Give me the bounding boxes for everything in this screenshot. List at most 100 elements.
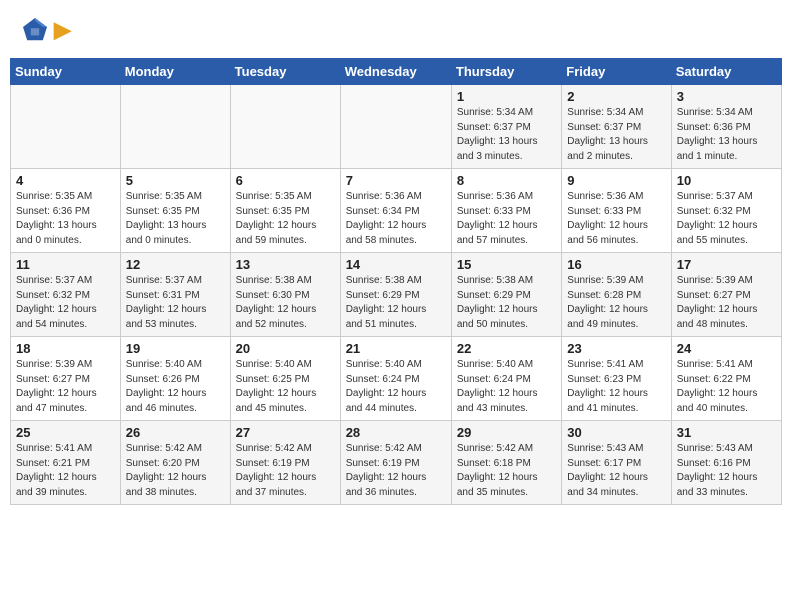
calendar-cell: 9 Sunrise: 5:36 AM Sunset: 6:33 PM Daylig…	[562, 169, 671, 253]
day-info: Sunrise: 5:42 AM Sunset: 6:20 PM Dayligh…	[126, 442, 225, 500]
day-number: 30	[567, 425, 665, 440]
calendar-cell: 26 Sunrise: 5:42 AM Sunset: 6:20 PM Dayli…	[120, 421, 230, 505]
day-info: Sunrise: 5:42 AM Sunset: 6:19 PM Dayligh…	[236, 442, 335, 500]
day-info: Sunrise: 5:42 AM Sunset: 6:18 PM Dayligh…	[457, 442, 556, 500]
day-number: 19	[126, 341, 225, 356]
day-number: 23	[567, 341, 665, 356]
day-info: Sunrise: 5:35 AM Sunset: 6:35 PM Dayligh…	[236, 190, 335, 248]
day-info: Sunrise: 5:34 AM Sunset: 6:37 PM Dayligh…	[457, 106, 556, 164]
calendar-week-5: 25 Sunrise: 5:41 AM Sunset: 6:21 PM Dayli…	[11, 421, 782, 505]
calendar-cell: 28 Sunrise: 5:42 AM Sunset: 6:19 PM Dayli…	[340, 421, 451, 505]
day-number: 31	[677, 425, 776, 440]
calendar-table: SundayMondayTuesdayWednesdayThursdayFrid…	[10, 58, 782, 505]
calendar-cell: 10Sunrise: 5:37 AM Sunset: 6:32 PM Dayli…	[671, 169, 781, 253]
calendar-cell: 25 Sunrise: 5:41 AM Sunset: 6:21 PM Dayli…	[11, 421, 121, 505]
day-info: Sunrise: 5:36 AM Sunset: 6:33 PM Dayligh…	[457, 190, 556, 248]
calendar-cell: 22 Sunrise: 5:40 AM Sunset: 6:24 PM Dayli…	[451, 337, 561, 421]
calendar-cell: 31 Sunrise: 5:43 AM Sunset: 6:16 PM Dayli…	[671, 421, 781, 505]
calendar-week-4: 18 Sunrise: 5:39 AM Sunset: 6:27 PM Dayli…	[11, 337, 782, 421]
day-number: 18	[16, 341, 115, 356]
calendar-cell: 23 Sunrise: 5:41 AM Sunset: 6:23 PM Dayli…	[562, 337, 671, 421]
calendar-cell	[120, 85, 230, 169]
calendar-cell: 4Sunrise: 5:35 AM Sunset: 6:36 PM Daylig…	[11, 169, 121, 253]
calendar-cell: 14 Sunrise: 5:38 AM Sunset: 6:29 PM Dayli…	[340, 253, 451, 337]
weekday-header-tuesday: Tuesday	[230, 59, 340, 85]
calendar-cell: 16Sunrise: 5:39 AM Sunset: 6:28 PM Dayli…	[562, 253, 671, 337]
day-number: 25	[16, 425, 115, 440]
calendar-cell: 7 Sunrise: 5:36 AM Sunset: 6:34 PM Daylig…	[340, 169, 451, 253]
calendar-cell	[230, 85, 340, 169]
calendar-cell: 27 Sunrise: 5:42 AM Sunset: 6:19 PM Dayli…	[230, 421, 340, 505]
day-number: 28	[346, 425, 446, 440]
day-info: Sunrise: 5:40 AM Sunset: 6:24 PM Dayligh…	[457, 358, 556, 416]
calendar-cell: 3 Sunrise: 5:34 AM Sunset: 6:36 PM Daylig…	[671, 85, 781, 169]
day-info: Sunrise: 5:38 AM Sunset: 6:29 PM Dayligh…	[457, 274, 556, 332]
calendar-week-2: 4Sunrise: 5:35 AM Sunset: 6:36 PM Daylig…	[11, 169, 782, 253]
weekday-header-sunday: Sunday	[11, 59, 121, 85]
day-number: 21	[346, 341, 446, 356]
calendar-cell: 5 Sunrise: 5:35 AM Sunset: 6:35 PM Daylig…	[120, 169, 230, 253]
day-info: Sunrise: 5:36 AM Sunset: 6:34 PM Dayligh…	[346, 190, 446, 248]
calendar-cell: 15 Sunrise: 5:38 AM Sunset: 6:29 PM Dayli…	[451, 253, 561, 337]
day-info: Sunrise: 5:43 AM Sunset: 6:17 PM Dayligh…	[567, 442, 665, 500]
calendar-cell: 29 Sunrise: 5:42 AM Sunset: 6:18 PM Dayli…	[451, 421, 561, 505]
day-number: 1	[457, 89, 556, 104]
calendar-cell: 20Sunrise: 5:40 AM Sunset: 6:25 PM Dayli…	[230, 337, 340, 421]
calendar-week-3: 11 Sunrise: 5:37 AM Sunset: 6:32 PM Dayli…	[11, 253, 782, 337]
calendar-header: SundayMondayTuesdayWednesdayThursdayFrid…	[11, 59, 782, 85]
calendar-cell: 24 Sunrise: 5:41 AM Sunset: 6:22 PM Dayli…	[671, 337, 781, 421]
day-number: 11	[16, 257, 115, 272]
weekday-header-thursday: Thursday	[451, 59, 561, 85]
day-info: Sunrise: 5:41 AM Sunset: 6:22 PM Dayligh…	[677, 358, 776, 416]
page-header: ▶	[10, 10, 782, 50]
day-number: 6	[236, 173, 335, 188]
calendar-cell: 18 Sunrise: 5:39 AM Sunset: 6:27 PM Dayli…	[11, 337, 121, 421]
day-number: 9	[567, 173, 665, 188]
day-info: Sunrise: 5:37 AM Sunset: 6:31 PM Dayligh…	[126, 274, 225, 332]
day-number: 22	[457, 341, 556, 356]
weekday-header-monday: Monday	[120, 59, 230, 85]
day-info: Sunrise: 5:38 AM Sunset: 6:30 PM Dayligh…	[236, 274, 335, 332]
day-number: 26	[126, 425, 225, 440]
day-number: 16	[567, 257, 665, 272]
day-number: 3	[677, 89, 776, 104]
day-info: Sunrise: 5:37 AM Sunset: 6:32 PM Dayligh…	[16, 274, 115, 332]
day-number: 8	[457, 173, 556, 188]
day-number: 17	[677, 257, 776, 272]
calendar-cell: 6 Sunrise: 5:35 AM Sunset: 6:35 PM Daylig…	[230, 169, 340, 253]
day-info: Sunrise: 5:41 AM Sunset: 6:21 PM Dayligh…	[16, 442, 115, 500]
day-number: 10	[677, 173, 776, 188]
day-info: Sunrise: 5:35 AM Sunset: 6:35 PM Dayligh…	[126, 190, 225, 248]
calendar-cell	[11, 85, 121, 169]
calendar-cell	[340, 85, 451, 169]
day-info: Sunrise: 5:38 AM Sunset: 6:29 PM Dayligh…	[346, 274, 446, 332]
day-number: 2	[567, 89, 665, 104]
calendar-cell: 12Sunrise: 5:37 AM Sunset: 6:31 PM Dayli…	[120, 253, 230, 337]
weekday-header-friday: Friday	[562, 59, 671, 85]
calendar-week-1: 1 Sunrise: 5:34 AM Sunset: 6:37 PM Daylig…	[11, 85, 782, 169]
day-number: 24	[677, 341, 776, 356]
weekday-header-wednesday: Wednesday	[340, 59, 451, 85]
day-info: Sunrise: 5:34 AM Sunset: 6:36 PM Dayligh…	[677, 106, 776, 164]
weekday-header-saturday: Saturday	[671, 59, 781, 85]
day-info: Sunrise: 5:43 AM Sunset: 6:16 PM Dayligh…	[677, 442, 776, 500]
calendar-cell: 1 Sunrise: 5:34 AM Sunset: 6:37 PM Daylig…	[451, 85, 561, 169]
day-info: Sunrise: 5:40 AM Sunset: 6:25 PM Dayligh…	[236, 358, 335, 416]
day-info: Sunrise: 5:39 AM Sunset: 6:27 PM Dayligh…	[16, 358, 115, 416]
day-info: Sunrise: 5:34 AM Sunset: 6:37 PM Dayligh…	[567, 106, 665, 164]
day-number: 4	[16, 173, 115, 188]
day-info: Sunrise: 5:40 AM Sunset: 6:26 PM Dayligh…	[126, 358, 225, 416]
day-info: Sunrise: 5:36 AM Sunset: 6:33 PM Dayligh…	[567, 190, 665, 248]
day-number: 14	[346, 257, 446, 272]
day-info: Sunrise: 5:41 AM Sunset: 6:23 PM Dayligh…	[567, 358, 665, 416]
day-number: 29	[457, 425, 556, 440]
day-number: 5	[126, 173, 225, 188]
logo-icon	[20, 15, 50, 45]
day-number: 15	[457, 257, 556, 272]
calendar-cell: 13Sunrise: 5:38 AM Sunset: 6:30 PM Dayli…	[230, 253, 340, 337]
calendar-cell: 2 Sunrise: 5:34 AM Sunset: 6:37 PM Daylig…	[562, 85, 671, 169]
calendar-cell: 17Sunrise: 5:39 AM Sunset: 6:27 PM Dayli…	[671, 253, 781, 337]
day-info: Sunrise: 5:42 AM Sunset: 6:19 PM Dayligh…	[346, 442, 446, 500]
day-number: 7	[346, 173, 446, 188]
day-number: 27	[236, 425, 335, 440]
